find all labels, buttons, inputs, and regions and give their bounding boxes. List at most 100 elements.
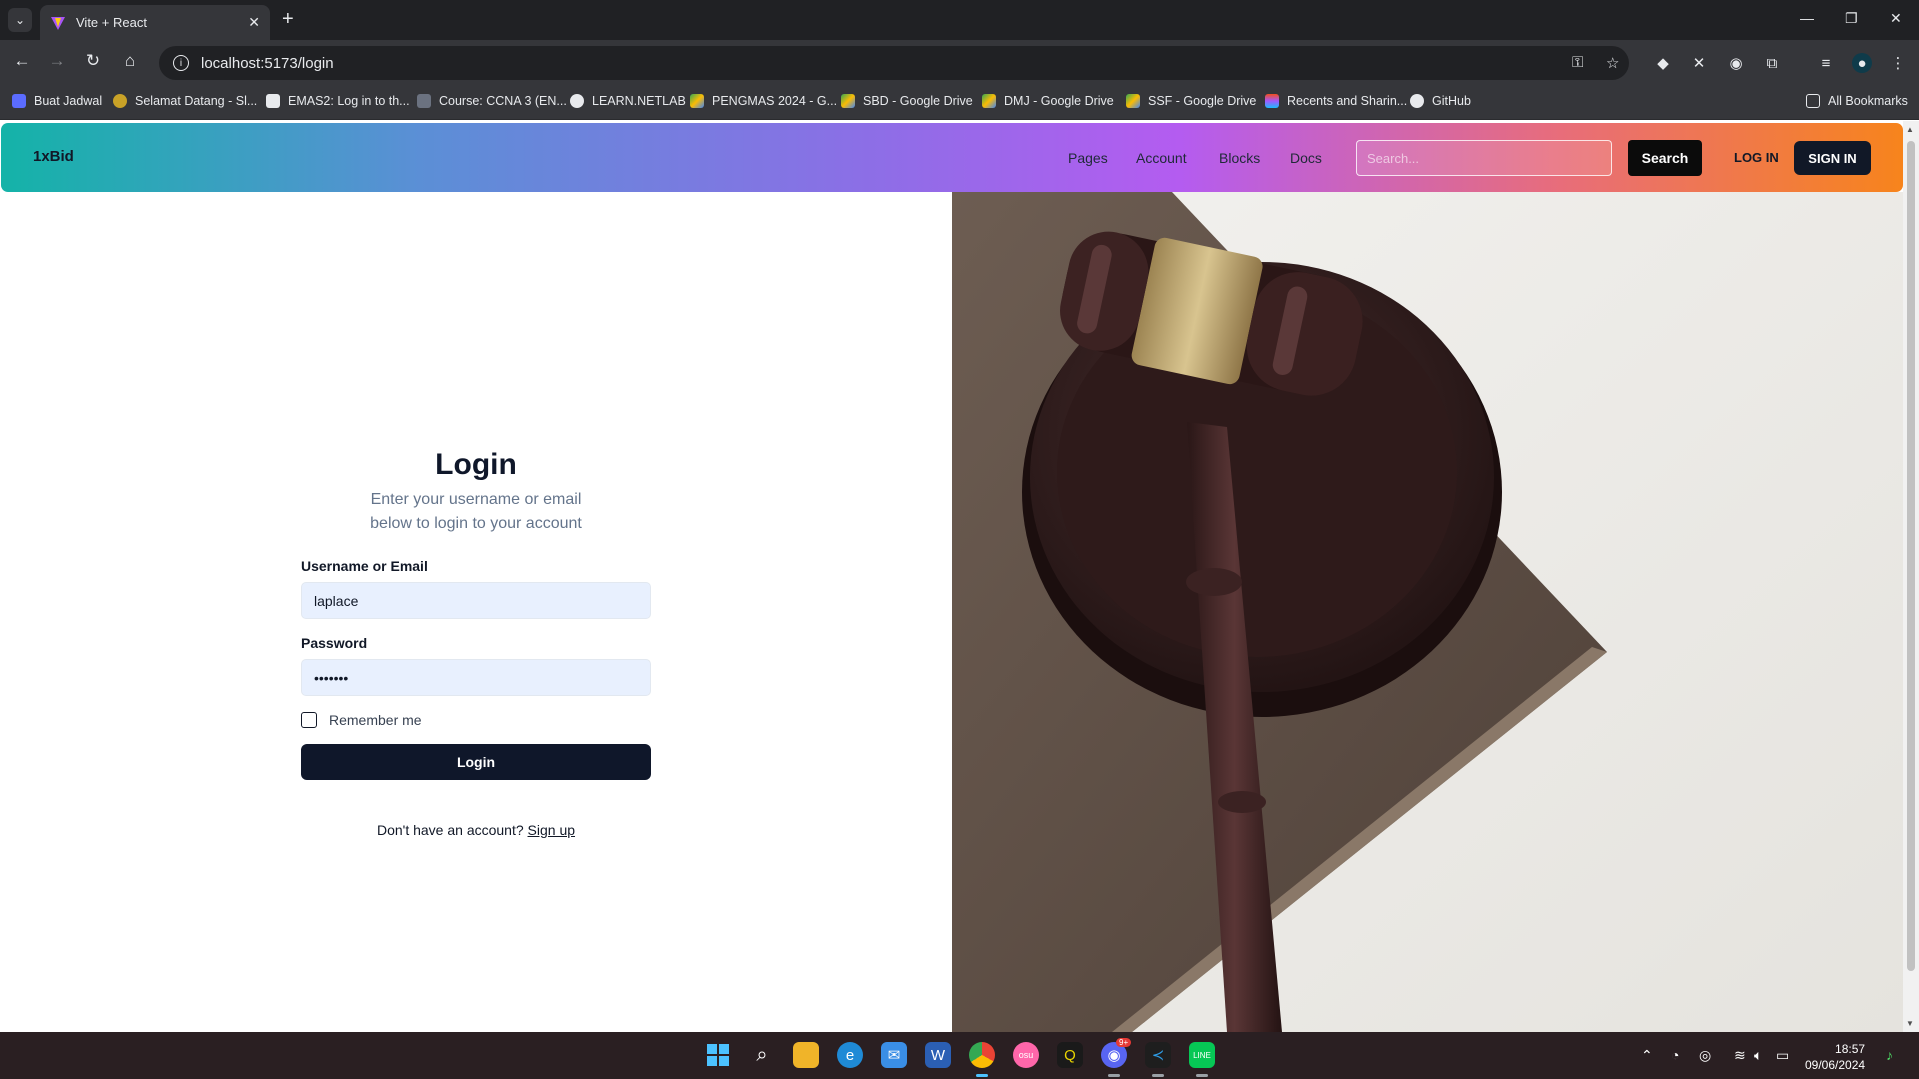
- google-drive-icon: [690, 94, 704, 108]
- remember-me-checkbox[interactable]: [301, 712, 317, 728]
- bookmark-item[interactable]: DMJ - Google Drive: [982, 94, 1114, 108]
- bookmark-item[interactable]: GitHub: [1410, 94, 1471, 108]
- search-button[interactable]: Search: [1628, 140, 1702, 176]
- address-url: localhost:5173/login: [201, 54, 334, 72]
- line-app-icon[interactable]: LINE: [1189, 1042, 1215, 1068]
- bookmark-star-icon[interactable]: ☆: [1606, 54, 1619, 72]
- volume-icon[interactable]: 🔈︎: [1754, 1047, 1762, 1064]
- tray-overflow-icon[interactable]: ⌃: [1641, 1047, 1653, 1064]
- close-tab-icon[interactable]: ✕: [248, 14, 260, 31]
- word-icon[interactable]: W: [925, 1042, 951, 1068]
- extension-discord-icon[interactable]: ◉: [1726, 53, 1746, 73]
- login-button[interactable]: Login: [301, 744, 651, 780]
- bookmark-label: EMAS2: Log in to th...: [288, 94, 410, 108]
- chrome-icon[interactable]: [969, 1042, 995, 1068]
- bookmark-label: Recents and Sharin...: [1287, 94, 1408, 108]
- gavel-illustration: [952, 192, 1903, 1032]
- password-input[interactable]: [301, 659, 651, 696]
- extensions-puzzle-icon[interactable]: ⧉: [1762, 53, 1782, 73]
- windows-taskbar: ⌕ e ✉ W osu Q ◉ 9+ ≺ LINE ⌃ ◔ ◎ ≋ 🔈︎ ▭ 1…: [0, 1032, 1919, 1079]
- bookmarks-bar: Buat Jadwal Selamat Datang - Sl... EMAS2…: [0, 86, 1919, 120]
- back-icon[interactable]: ←: [10, 51, 34, 71]
- bookmark-item[interactable]: SBD - Google Drive: [841, 94, 973, 108]
- file-explorer-icon[interactable]: [793, 1042, 819, 1068]
- login-subtitle: Enter your username or email below to lo…: [301, 488, 651, 536]
- minimize-icon[interactable]: —: [1800, 10, 1814, 26]
- close-window-icon[interactable]: ✕: [1890, 10, 1902, 27]
- folder-icon: [1806, 94, 1820, 108]
- scroll-up-icon[interactable]: ▲: [1906, 125, 1914, 134]
- google-drive-icon: [841, 94, 855, 108]
- app-viewport: 1xBid Pages Account Blocks Docs Search L…: [0, 121, 1903, 1032]
- bookmark-label: Course: CCNA 3 (EN...: [439, 94, 567, 108]
- profile-avatar-icon[interactable]: ●: [1852, 53, 1872, 73]
- login-form: Login Enter your username or email below…: [301, 448, 651, 838]
- signup-link[interactable]: Sign up: [528, 822, 575, 838]
- scroll-down-icon[interactable]: ▼: [1906, 1019, 1914, 1028]
- battery-icon[interactable]: ▭: [1776, 1047, 1789, 1064]
- bookmark-item[interactable]: PENGMAS 2024 - G...: [690, 94, 837, 108]
- remember-me-row: Remember me: [301, 712, 651, 728]
- remember-me-label[interactable]: Remember me: [329, 712, 422, 728]
- sign-in-button[interactable]: SIGN IN: [1794, 141, 1871, 175]
- menu-kebab-icon[interactable]: ⋮: [1888, 53, 1908, 73]
- bookmark-item[interactable]: LEARN.NETLAB: [570, 94, 686, 108]
- search-icon[interactable]: ⌕: [749, 1042, 775, 1068]
- notification-bell-icon[interactable]: ♪: [1886, 1047, 1893, 1063]
- login-link[interactable]: LOG IN: [1734, 150, 1779, 165]
- nav-account[interactable]: Account: [1136, 150, 1187, 166]
- browser-tab[interactable]: Vite + React ✕: [40, 5, 270, 40]
- line-running-indicator: [1196, 1074, 1208, 1077]
- bookmark-item[interactable]: Recents and Sharin...: [1265, 94, 1407, 108]
- bookmark-item[interactable]: EMAS2: Log in to th...: [266, 94, 410, 108]
- tray-app-icon[interactable]: ◔: [1671, 1047, 1679, 1063]
- page-scrollbar[interactable]: ▲ ▼: [1903, 121, 1919, 1032]
- username-input[interactable]: [301, 582, 651, 619]
- system-clock[interactable]: 18:57 09/06/2024: [1805, 1041, 1865, 1073]
- vscode-icon[interactable]: ≺: [1145, 1042, 1171, 1068]
- bookmark-item[interactable]: Selamat Datang - Sl...: [113, 94, 257, 108]
- new-tab-icon[interactable]: +: [282, 9, 294, 29]
- bookmark-item[interactable]: SSF - Google Drive: [1126, 94, 1256, 108]
- vite-logo-icon: [51, 16, 65, 30]
- extension-drive-icon[interactable]: ◆: [1653, 53, 1673, 73]
- osu-icon[interactable]: osu: [1013, 1042, 1039, 1068]
- subtitle-line-1: Enter your username or email: [370, 491, 582, 508]
- discord-badge: 9+: [1116, 1038, 1132, 1047]
- mute-tab-icon[interactable]: ✕: [1689, 53, 1709, 73]
- figma-icon: [1265, 94, 1279, 108]
- nav-blocks[interactable]: Blocks: [1219, 150, 1260, 166]
- subtitle-line-2: below to login to your account: [370, 515, 582, 532]
- nav-docs[interactable]: Docs: [1290, 150, 1322, 166]
- windows-start-icon[interactable]: [705, 1042, 731, 1068]
- bookmark-item[interactable]: Course: CCNA 3 (EN...: [417, 94, 567, 108]
- bookmark-label: Buat Jadwal: [34, 94, 103, 108]
- media-queue-icon[interactable]: ≡: [1816, 53, 1836, 73]
- nav-pages[interactable]: Pages: [1068, 150, 1108, 166]
- bookmark-favicon-icon: [570, 94, 584, 108]
- tray-discord-icon[interactable]: ◎: [1699, 1047, 1711, 1064]
- scroll-thumb[interactable]: [1907, 141, 1915, 971]
- bookmark-item[interactable]: Buat Jadwal: [12, 94, 102, 108]
- browser-toolbar: ← → ↻ ⌂ i localhost:5173/login ⚿ ☆ ◆ ✕ ◉…: [0, 40, 1919, 86]
- mail-icon[interactable]: ✉: [881, 1042, 907, 1068]
- reload-icon[interactable]: ↻: [81, 51, 105, 71]
- app-icon[interactable]: Q: [1057, 1042, 1083, 1068]
- address-bar[interactable]: i localhost:5173/login: [159, 46, 1629, 80]
- home-icon[interactable]: ⌂: [118, 51, 142, 71]
- site-info-icon[interactable]: i: [173, 55, 189, 71]
- wifi-icon[interactable]: ≋: [1734, 1047, 1746, 1064]
- signup-prompt: Don't have an account? Sign up: [301, 822, 651, 838]
- all-bookmarks[interactable]: All Bookmarks: [1806, 94, 1908, 108]
- tab-list-button[interactable]: ⌄: [8, 8, 32, 32]
- password-label: Password: [301, 635, 368, 651]
- restore-icon[interactable]: ❐: [1845, 10, 1858, 27]
- vscode-running-indicator: [1152, 1074, 1164, 1077]
- github-icon: [1410, 94, 1424, 108]
- search-input[interactable]: [1356, 140, 1612, 176]
- bookmark-label: GitHub: [1432, 94, 1471, 108]
- forward-icon[interactable]: →: [45, 51, 69, 71]
- password-key-icon[interactable]: ⚿: [1572, 54, 1583, 71]
- brand-logo[interactable]: 1xBid: [33, 148, 74, 165]
- edge-browser-icon[interactable]: e: [837, 1042, 863, 1068]
